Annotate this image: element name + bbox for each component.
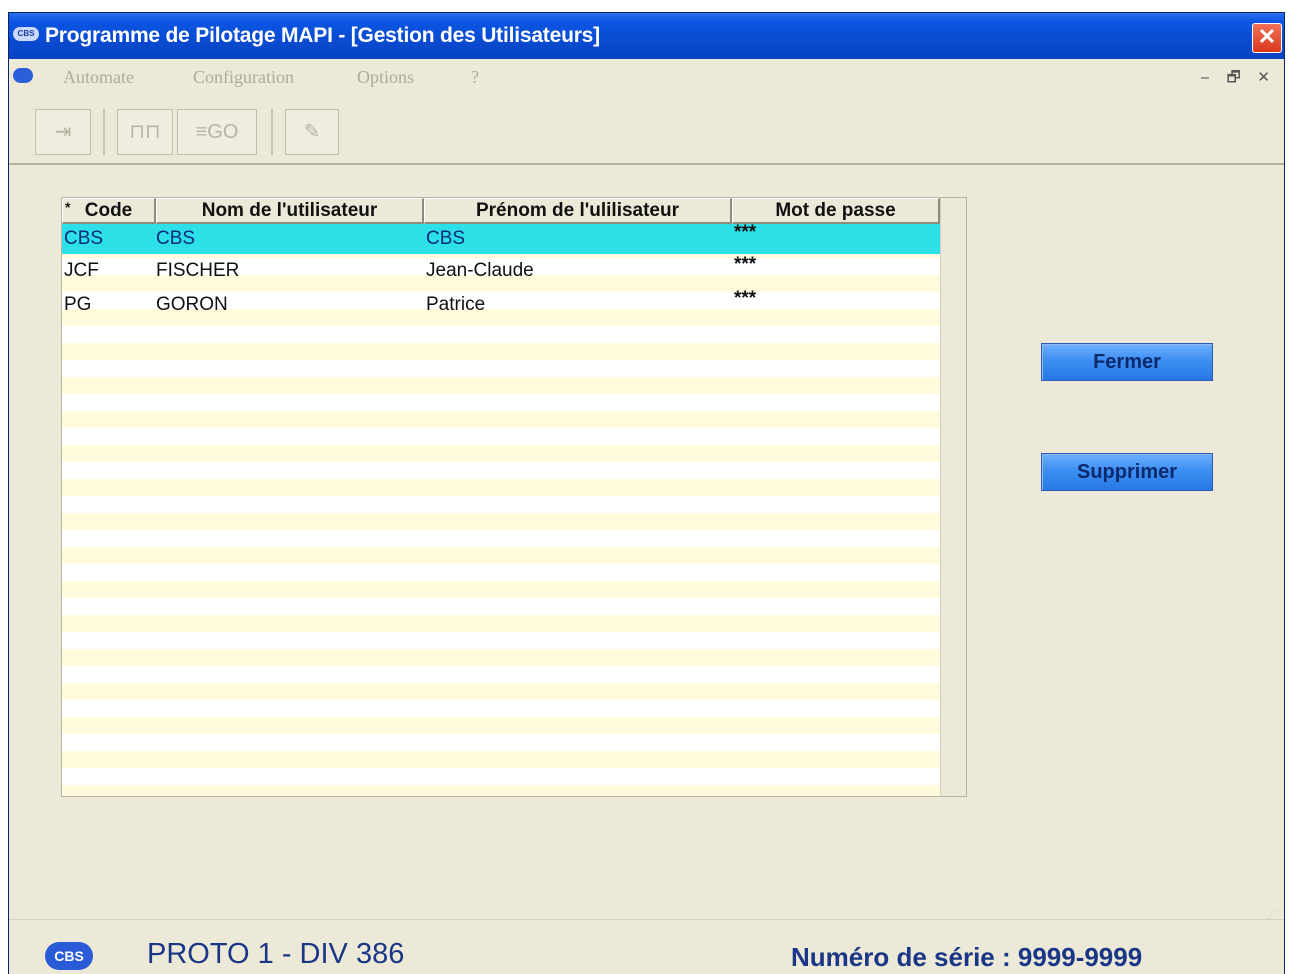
exit-icon[interactable]: ⇥ xyxy=(35,109,91,155)
menu-options[interactable]: Options xyxy=(357,67,414,88)
toolbar-separator xyxy=(271,109,273,155)
column-header-code[interactable]: * Code xyxy=(62,198,156,224)
cell-code: JCF xyxy=(64,260,99,281)
supprimer-button[interactable]: Supprimer xyxy=(1041,453,1213,491)
table-scroll-area[interactable] xyxy=(940,198,966,796)
machine-info: PROTO 1 - DIV 386 xyxy=(147,938,405,970)
connect-icon[interactable]: ⊓⊓ xyxy=(117,109,173,155)
table-header: * Code Nom de l'utilisateur Prénom de l'… xyxy=(62,198,940,224)
fermer-button[interactable]: Fermer xyxy=(1041,343,1213,381)
close-window-button[interactable]: ✕ xyxy=(1252,23,1282,53)
table-row[interactable]: CBS CBS CBS *** xyxy=(62,222,940,254)
status-bar: ⋰ CBS PROTO 1 - DIV 386 Numéro de série … xyxy=(9,910,1284,974)
cell-code: PG xyxy=(64,294,92,315)
menu-bar: Automate Configuration Options ? ‒ 🗗 ✕ xyxy=(9,59,1284,95)
window-title: Programme de Pilotage MAPI - [Gestion de… xyxy=(45,24,600,47)
column-header-mot-de-passe[interactable]: Mot de passe xyxy=(732,198,940,224)
menu-automate[interactable]: Automate xyxy=(63,67,134,88)
column-header-prenom[interactable]: Prénom de l'ulilisateur xyxy=(424,198,732,224)
app-logo-icon: CBS xyxy=(13,27,39,41)
go-icon[interactable]: ≡GO xyxy=(177,109,257,155)
menu-help[interactable]: ? xyxy=(471,67,479,88)
users-panel: * Code Nom de l'utilisateur Prénom de l'… xyxy=(9,167,1284,919)
cell-code: CBS xyxy=(64,228,104,249)
cell-prenom: CBS xyxy=(426,228,466,249)
cell-nom: FISCHER xyxy=(156,260,240,281)
cell-nom: GORON xyxy=(156,294,228,315)
edit-icon[interactable]: ✎ xyxy=(285,109,339,155)
menu-configuration[interactable]: Configuration xyxy=(193,67,294,88)
serial-number: Numéro de série : 9999-9999 xyxy=(791,942,1143,972)
table-row[interactable]: JCF FISCHER Jean-Claude *** xyxy=(62,254,940,290)
main-window: CBS Programme de Pilotage MAPI - [Gestio… xyxy=(8,12,1285,974)
toolbar: ⇥ ⊓⊓ ≡GO ✎ xyxy=(9,95,1284,165)
title-bar[interactable]: CBS Programme de Pilotage MAPI - [Gestio… xyxy=(9,13,1284,59)
table-row[interactable]: PG GORON Patrice *** xyxy=(62,288,940,324)
cell-nom: CBS xyxy=(156,228,196,249)
cell-mot-de-passe: *** xyxy=(734,288,757,309)
cell-mot-de-passe: *** xyxy=(734,254,757,275)
sort-marker: * xyxy=(65,199,71,215)
mdi-window-controls[interactable]: ‒ 🗗 ✕ xyxy=(1200,67,1276,92)
document-menu-icon[interactable] xyxy=(13,68,33,83)
company-logo: CBS xyxy=(45,942,93,970)
toolbar-separator xyxy=(103,109,105,155)
cell-mot-de-passe: *** xyxy=(734,222,757,243)
resize-grip-icon[interactable]: ⋰ xyxy=(1266,910,1276,921)
cell-prenom: Patrice xyxy=(426,294,486,315)
table-body: CBS CBS CBS *** JCF FISCHER Jean-Claude … xyxy=(62,222,940,796)
column-header-nom[interactable]: Nom de l'utilisateur xyxy=(156,198,424,224)
cell-prenom: Jean-Claude xyxy=(426,260,534,281)
users-table[interactable]: * Code Nom de l'utilisateur Prénom de l'… xyxy=(61,197,967,797)
column-header-code-label: Code xyxy=(84,200,133,221)
